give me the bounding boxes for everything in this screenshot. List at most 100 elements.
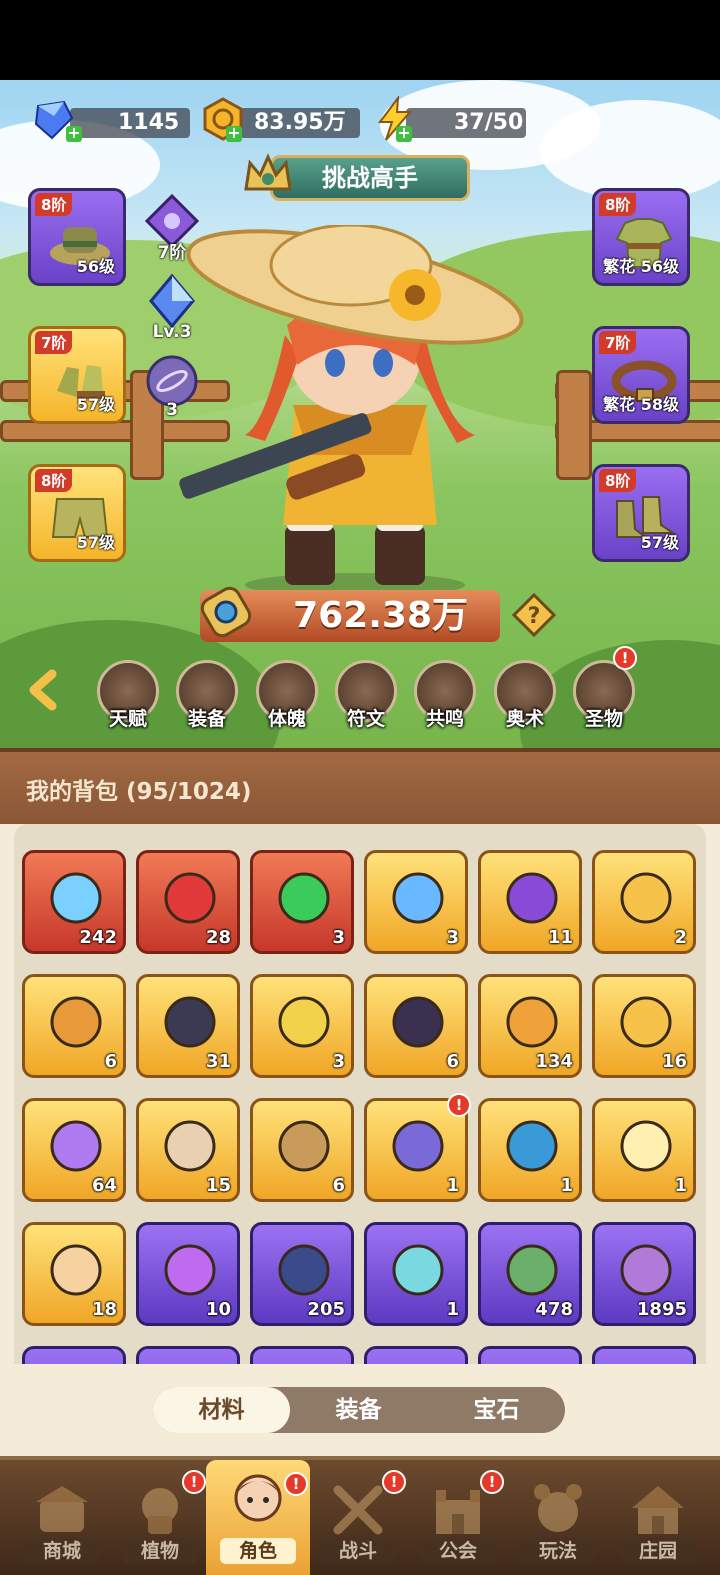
plant-icon <box>142 1488 178 1534</box>
fn-relic[interactable]: 圣物 ! <box>573 646 637 730</box>
bag-item[interactable] <box>250 1346 354 1364</box>
nav-manor[interactable]: 庄园 <box>610 1476 706 1572</box>
fn-arcane[interactable]: 奥术 <box>494 660 556 730</box>
bag-item[interactable]: 1 <box>478 1098 582 1202</box>
bag-item[interactable]: 31 <box>136 974 240 1078</box>
fn-resonance[interactable]: 共鸣 <box>414 660 476 730</box>
fn-rune[interactable]: 符文 <box>335 660 397 730</box>
bag-item[interactable]: 1! <box>364 1093 471 1202</box>
level-label: 繁花 56级 <box>603 257 679 276</box>
item-count: 10 <box>205 1299 231 1320</box>
bag-item[interactable]: 1895 <box>592 1222 696 1326</box>
equip-slot-shorts[interactable]: 8阶 57级 <box>28 464 126 562</box>
nav-battle[interactable]: 战斗 ! <box>310 1470 406 1572</box>
tab-gems[interactable]: 宝石 <box>428 1387 565 1433</box>
purple-scroll-icon <box>620 1244 672 1296</box>
bag-item[interactable]: 64 <box>22 1098 126 1202</box>
fn-label: 共鸣 <box>425 708 464 730</box>
combat-power-value: 762.38万 <box>293 595 468 636</box>
skull-token-icon <box>506 872 558 924</box>
power-gauge-icon <box>200 586 252 638</box>
equip-slot-boots[interactable]: 8阶 57级 <box>592 464 690 562</box>
item-count: 134 <box>535 1051 573 1072</box>
bag-item[interactable]: 1 <box>592 1098 696 1202</box>
bag-header: 我的背包 (95/1024) <box>0 748 720 824</box>
bag-item[interactable]: 18 <box>22 1222 126 1326</box>
purple-perfume-icon <box>164 1244 216 1296</box>
nav-character[interactable]: 角色 ! <box>206 1460 310 1575</box>
bag-item[interactable]: 6 <box>250 1098 354 1202</box>
spiral-stone-icon <box>392 996 444 1048</box>
knot-rune-icon <box>50 1244 102 1296</box>
blue-leaf-icon <box>392 1244 444 1296</box>
bag-item[interactable]: 28 <box>136 850 240 954</box>
bag-item[interactable]: 1 <box>364 1222 468 1326</box>
nav-label: 角色 <box>220 1538 296 1564</box>
bottom-nav: 商城 植物 ! 角色 ! 战斗 ! 公会 ! 玩法 庄园 <box>0 1456 720 1575</box>
bag-item[interactable]: 134 <box>478 974 582 1078</box>
bag-item[interactable]: 15 <box>136 1098 240 1202</box>
bag-item[interactable]: 205 <box>250 1222 354 1326</box>
bag-item[interactable]: 3 <box>250 974 354 1078</box>
hero-character[interactable] <box>175 225 535 595</box>
bag-item[interactable] <box>592 1346 696 1364</box>
nav-plant[interactable]: 植物 ! <box>112 1470 208 1572</box>
item-count: 64 <box>91 1175 117 1196</box>
level-label: 繁花 58级 <box>603 395 679 414</box>
bag-item[interactable] <box>364 1346 468 1364</box>
add-gold-button[interactable]: + <box>226 125 242 142</box>
gold-amount: 83.95万 <box>254 110 346 135</box>
nav-shop[interactable]: 商城 <box>14 1476 110 1572</box>
item-count: 1 <box>446 1175 459 1196</box>
blueprint-icon <box>506 1120 558 1172</box>
challenge-button[interactable]: 挑战高手 <box>270 155 470 201</box>
help-icon[interactable]: ? <box>512 593 556 637</box>
bag-category-tabs: 材料 装备 宝石 <box>153 1387 565 1433</box>
add-energy-button[interactable]: + <box>396 125 412 142</box>
bag-item[interactable]: 3 <box>364 850 468 954</box>
item-count: 16 <box>661 1051 687 1072</box>
bag-item[interactable]: 10 <box>136 1222 240 1326</box>
water-drop-icon <box>392 872 444 924</box>
back-arrow-icon[interactable] <box>22 668 66 712</box>
fn-talent[interactable]: 天赋 <box>97 660 159 730</box>
bag-item[interactable]: 6 <box>364 974 468 1078</box>
bag-item[interactable] <box>136 1346 240 1364</box>
green-scroll-icon <box>506 1244 558 1296</box>
guild-icon <box>436 1490 480 1534</box>
nav-label: 庄园 <box>620 1538 696 1564</box>
nav-guild[interactable]: 公会 ! <box>410 1470 506 1572</box>
red-potion-icon <box>164 872 216 924</box>
notification-badge: ! <box>382 1470 406 1494</box>
item-count: 31 <box>205 1051 231 1072</box>
bag-item[interactable]: 3 <box>250 850 354 954</box>
character-icon <box>234 1474 282 1522</box>
fn-equipment[interactable]: 装备 <box>176 660 238 730</box>
item-count: 2 <box>674 927 687 948</box>
add-gem-button[interactable]: + <box>66 125 82 142</box>
bag-item[interactable] <box>478 1346 582 1364</box>
tier-badge: 7阶 <box>35 331 73 354</box>
item-count: 3 <box>332 927 345 948</box>
bag-item[interactable]: 242 <box>22 850 126 954</box>
equip-slot-shirt[interactable]: 8阶 繁花 56级 <box>592 188 690 286</box>
bag-item[interactable]: 2 <box>592 850 696 954</box>
equip-slot-hat[interactable]: 8阶 56级 <box>28 188 126 286</box>
tab-equipment[interactable]: 装备 <box>290 1387 427 1433</box>
fn-physique[interactable]: 体魄 <box>256 660 318 730</box>
bag-item[interactable]: 11 <box>478 850 582 954</box>
orange-potion-icon <box>506 996 558 1048</box>
equip-slot-belt[interactable]: 7阶 繁花 58级 <box>592 326 690 424</box>
gold-key-icon <box>620 872 672 924</box>
item-count: 1895 <box>636 1299 687 1320</box>
bag-item[interactable] <box>22 1346 126 1364</box>
item-count: 3 <box>332 1051 345 1072</box>
tab-materials[interactable]: 材料 <box>153 1387 290 1433</box>
nav-modes[interactable]: 玩法 <box>510 1476 606 1572</box>
bag-item[interactable]: 6 <box>22 974 126 1078</box>
item-count: 1 <box>446 1299 459 1320</box>
bag-item[interactable]: 16 <box>592 974 696 1078</box>
item-count: 6 <box>104 1051 117 1072</box>
bag-item[interactable]: 478 <box>478 1222 582 1326</box>
equip-slot-gloves[interactable]: 7阶 57级 <box>28 326 126 424</box>
